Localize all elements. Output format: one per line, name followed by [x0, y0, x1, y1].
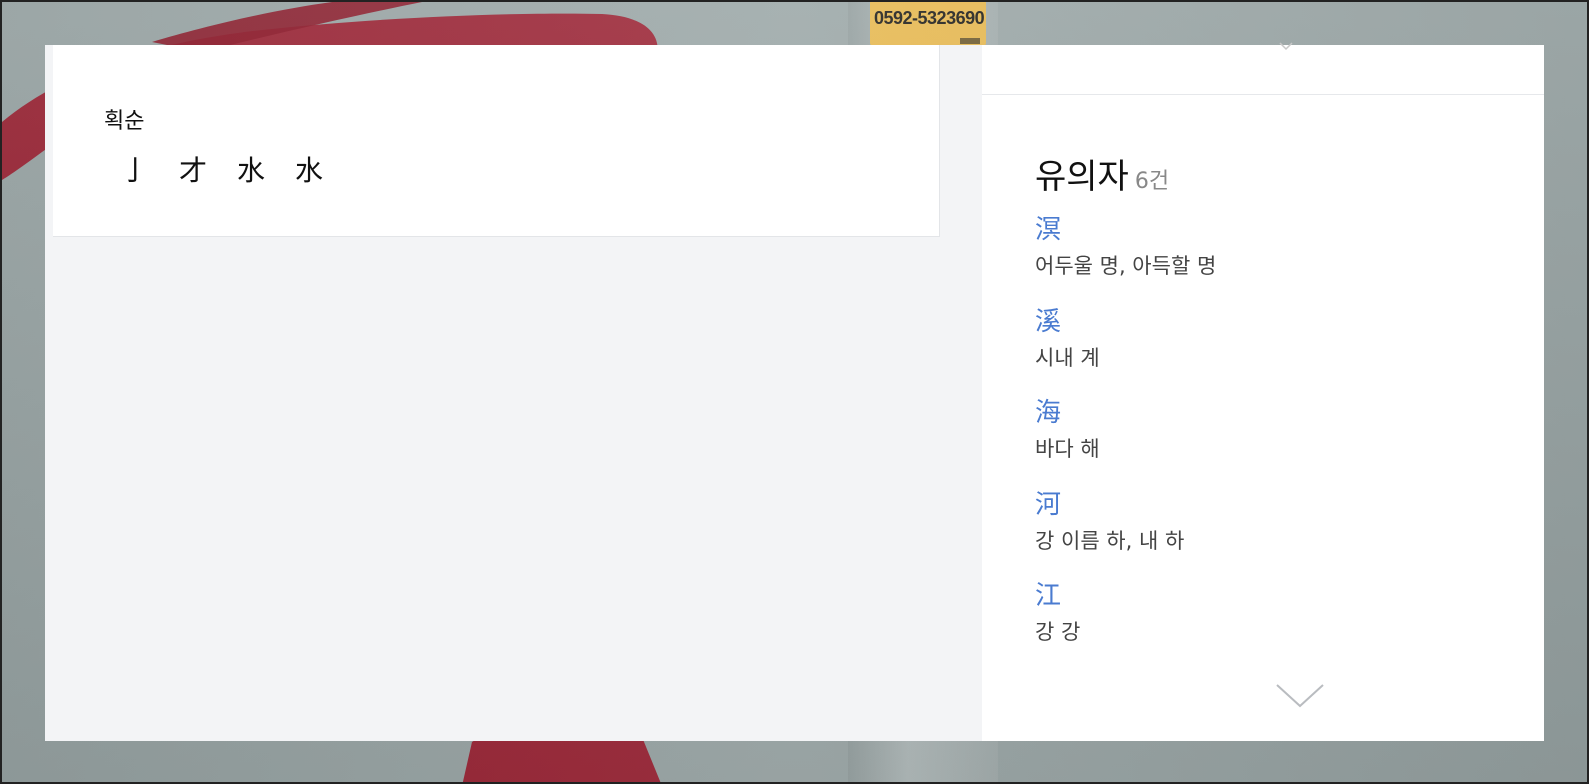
- chevron-up-icon[interactable]: [1278, 41, 1294, 51]
- similar-list: 溟 어두울 명, 아득할 명 溪 시내 계 海 바다 해 河 강 이름 하, 내…: [1035, 213, 1515, 671]
- similar-hanja-link[interactable]: 海: [1035, 396, 1515, 430]
- stroke-step-4: 水: [294, 154, 323, 187]
- list-item: 江 강 강: [1035, 579, 1515, 671]
- similar-meaning: 어두울 명, 아득할 명: [1035, 254, 1217, 278]
- similar-meaning: 바다 해: [1035, 437, 1100, 461]
- list-item: 溪 시내 계: [1035, 305, 1515, 397]
- stroke-step-3: 水: [236, 154, 265, 187]
- stroke-step-2: 才: [178, 154, 207, 187]
- similar-meaning: 강 강: [1035, 620, 1081, 644]
- similar-hanja-link[interactable]: 溟: [1035, 213, 1515, 247]
- dictionary-panel: 획순 亅 才 水 水 유의자 6건 溟 어두울 명, 아득할 명 溪 시내 계: [45, 42, 1544, 741]
- stroke-order-list: 亅 才 水 水: [115, 149, 329, 189]
- chevron-down-icon[interactable]: [1275, 683, 1325, 709]
- similar-meaning: 시내 계: [1035, 345, 1100, 370]
- similar-characters-panel: 유의자 6건 溟 어두울 명, 아득할 명 溪 시내 계 海 바다 해 河 강 …: [982, 42, 1544, 741]
- collapse-bar[interactable]: [982, 42, 1544, 95]
- list-item: 河 강 이름 하, 내 하: [1035, 488, 1515, 580]
- list-item: 海 바다 해: [1035, 396, 1515, 488]
- similar-count: 6건: [1134, 169, 1170, 194]
- similar-hanja-link[interactable]: 河: [1035, 488, 1515, 522]
- stroke-step-1: 亅: [120, 154, 149, 187]
- similar-header: 유의자 6건: [1035, 149, 1169, 198]
- list-item: 溟 어두울 명, 아득할 명: [1035, 213, 1515, 305]
- similar-meaning: 강 이름 하, 내 하: [1035, 528, 1185, 553]
- similar-heading: 유의자: [1035, 157, 1129, 197]
- stroke-order-title: 획순: [104, 109, 145, 134]
- stroke-order-card: 획순 亅 才 水 水: [53, 45, 940, 237]
- similar-hanja-link[interactable]: 溪: [1035, 305, 1515, 339]
- similar-hanja-link[interactable]: 江: [1035, 579, 1515, 613]
